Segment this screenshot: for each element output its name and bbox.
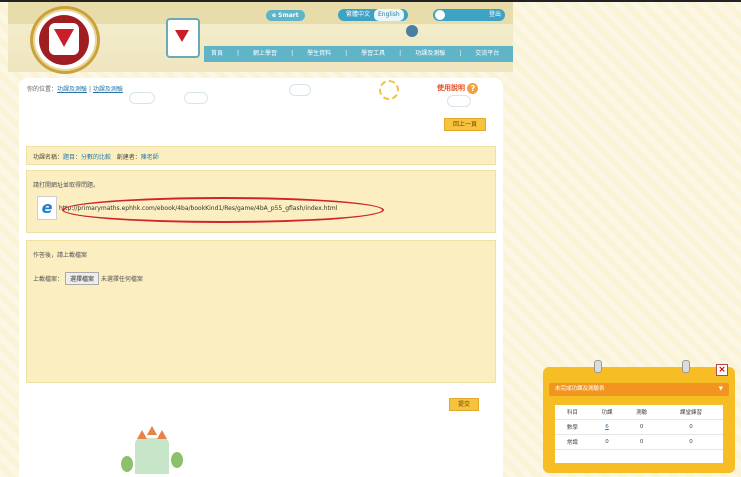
back-button[interactable]: 回上一頁	[444, 118, 487, 131]
cloud-decoration	[289, 84, 311, 96]
homework-count-link[interactable]: 6	[605, 424, 609, 430]
choose-file-button[interactable]: 選擇檔案	[64, 272, 99, 285]
question-icon: ?	[467, 82, 479, 94]
nav-item-elearning[interactable]: 網上學習	[246, 46, 284, 62]
table-row: 常識 0 0 0	[555, 434, 723, 450]
nav-item-forum[interactable]: 交流平台	[468, 46, 506, 62]
logo-emblem	[54, 29, 74, 47]
help-link[interactable]: 使用說明 ?	[437, 82, 479, 94]
table-row: 數學 6 0 0	[555, 419, 723, 435]
tree-illustration	[171, 452, 183, 468]
pin-icon	[682, 360, 690, 373]
popup-title[interactable]: 未完成功課及測驗表 ▼	[549, 383, 729, 396]
browser-icon[interactable]: e	[37, 196, 57, 220]
cloud-decoration	[447, 95, 471, 107]
school-logo[interactable]	[30, 6, 100, 74]
mascot-icon	[166, 18, 200, 58]
cloud-decoration	[129, 92, 155, 104]
site-header: e Smart 繁體中文 English 登出 首頁 | 網上學習 | 學生資料 | 學習工具…	[8, 2, 513, 74]
sun-decoration	[379, 80, 399, 100]
upload-row: 上載檔案： 選擇檔案 未選擇任何檔案	[33, 272, 143, 285]
tree-illustration	[121, 456, 133, 472]
globe-icon	[406, 25, 418, 37]
upload-label: 上載檔案：	[33, 276, 64, 283]
upload-section: 作答後，請上載檔案 上載檔案： 選擇檔案 未選擇任何檔案	[26, 240, 496, 383]
popup-table: 科目 功課 測驗 課堂練習 數學 6 0 0 常識 0 0 0	[555, 405, 723, 463]
breadcrumb: 你的位置：功課及測驗 | 功課及測驗	[27, 86, 123, 93]
table-header-row: 科目 功課 測驗 課堂練習	[555, 405, 723, 420]
link-instruction: 請打開網址並取得問題。	[33, 182, 100, 189]
link-section: 請打開網址並取得問題。 e http://primarymaths.ephhk.…	[26, 170, 496, 233]
no-file-text: 未選擇任何檔案	[100, 276, 143, 283]
main-nav: 首頁 | 網上學習 | 學生資料 | 學習工具 | 功課及測驗 | 交流平台	[204, 46, 513, 62]
creator-label: 創建者：	[116, 154, 141, 161]
submit-button[interactable]: 提交	[449, 398, 480, 411]
cloud-decoration	[184, 92, 208, 104]
nav-item-homework[interactable]: 功課及測驗	[408, 46, 452, 62]
assignment-name-label: 功課名稱：	[33, 154, 64, 161]
highlight-ellipse	[62, 197, 384, 223]
nav-item-student[interactable]: 學生資料	[300, 46, 338, 62]
e-smart-logo[interactable]: e Smart	[266, 10, 305, 21]
nav-item-home[interactable]: 首頁	[204, 46, 230, 62]
pin-icon	[594, 360, 602, 373]
lang-en-button[interactable]: English	[374, 9, 404, 21]
pending-homework-popup: × 未完成功課及測驗表 ▼ 科目 功課 測驗 課堂練習 數學 6 0 0 常識 0…	[543, 360, 735, 473]
main-panel: 你的位置：功課及測驗 | 功課及測驗 使用說明 ? 回上一頁 功課名稱：題目：分…	[19, 78, 503, 477]
assignment-name-value: 題目：分數的比較	[63, 154, 112, 161]
breadcrumb-current[interactable]: 功課及測驗	[93, 86, 123, 93]
assignment-info: 功課名稱：題目：分數的比較 創建者：陳老師	[26, 146, 496, 165]
chevron-down-icon[interactable]: ▼	[719, 383, 723, 396]
upload-instruction: 作答後，請上載檔案	[33, 252, 88, 259]
language-switch: 繁體中文 English	[338, 9, 408, 21]
nav-item-tools[interactable]: 學習工具	[354, 46, 392, 62]
close-icon[interactable]: ×	[716, 364, 728, 376]
user-menu[interactable]: 登出	[433, 9, 505, 21]
lang-tc-button[interactable]: 繁體中文	[342, 9, 374, 21]
logout-link[interactable]: 登出	[489, 9, 501, 21]
avatar	[435, 10, 445, 20]
castle-illustration	[135, 426, 169, 474]
creator-value: 陳老師	[140, 154, 159, 161]
breadcrumb-homework[interactable]: 功課及測驗	[57, 86, 87, 93]
